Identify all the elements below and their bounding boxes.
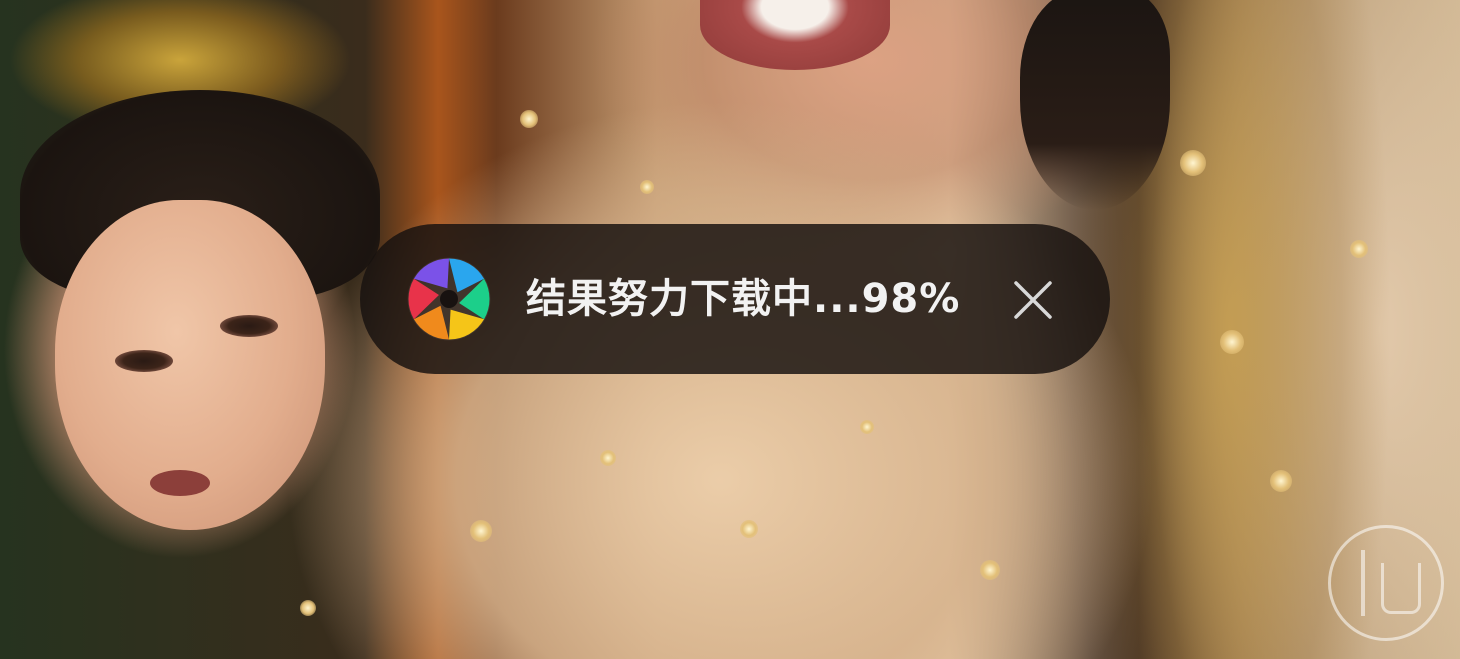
watermark-seal-icon [1328, 525, 1444, 641]
sequin [300, 600, 316, 616]
aperture-icon [407, 257, 491, 341]
download-progress-toast: 结果努力下载中...98% [360, 224, 1110, 374]
woman-hair [1020, 0, 1170, 210]
sequin [1270, 470, 1292, 492]
sequin [470, 520, 492, 542]
download-status-text: 结果努力下载中...98% [526, 276, 961, 322]
sequin [1350, 240, 1368, 258]
child-right-eye [220, 315, 278, 337]
child-left-eye [115, 350, 173, 372]
sequin [1220, 330, 1244, 354]
sequin [980, 560, 1000, 580]
close-icon[interactable] [1010, 277, 1056, 323]
sequin [640, 180, 654, 194]
woman-smile [700, 0, 890, 70]
child-mouth [150, 470, 210, 496]
sequin [740, 520, 758, 538]
sequin [520, 110, 538, 128]
sequin [600, 450, 616, 466]
sequin [860, 420, 874, 434]
sequin [1180, 150, 1206, 176]
